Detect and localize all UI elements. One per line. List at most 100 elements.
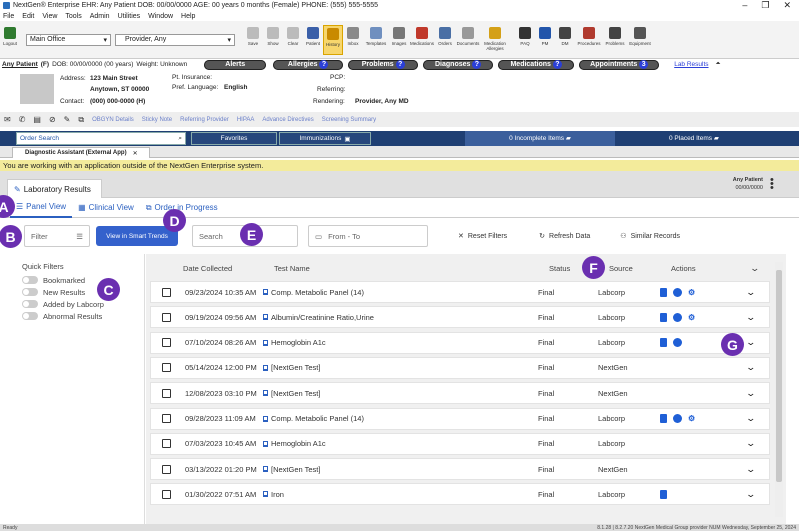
settings-icon[interactable]: ⚙ [688, 288, 697, 297]
bookmark-icon[interactable] [263, 289, 268, 295]
sticky-note-link[interactable]: Sticky Note [142, 117, 172, 123]
chevron-down-icon[interactable]: ⌄ [746, 362, 757, 373]
filter-abnormal-results[interactable]: Abnormal Results [22, 310, 144, 322]
save-button[interactable]: Save [243, 25, 263, 55]
diagnoses-pill[interactable]: Diagnoses? [423, 59, 494, 70]
close-icon[interactable]: ✕ [783, 0, 791, 11]
similar-records-button[interactable]: ⚇ Similar Records [620, 232, 680, 241]
edit-icon[interactable]: ✎ [64, 115, 71, 124]
menu-tools[interactable]: Tools [65, 13, 81, 20]
medication-allergies-button[interactable]: Medication Allergies [481, 25, 509, 55]
toggle-switch[interactable] [22, 312, 38, 320]
chevron-down-icon[interactable]: ⌄ [746, 438, 757, 449]
row-checkbox[interactable] [162, 338, 171, 348]
favorites-tab[interactable]: Favorites [191, 132, 277, 145]
settings-icon[interactable]: ⚙ [688, 313, 697, 322]
bookmark-icon[interactable] [263, 339, 268, 346]
medications-pill[interactable]: Medications? [498, 59, 575, 70]
row-checkbox[interactable] [162, 414, 171, 423]
row-checkbox[interactable] [162, 439, 171, 449]
date-range-input[interactable]: ▭ From - To [308, 225, 428, 247]
lab-results-link[interactable]: Lab Results [674, 61, 708, 68]
incomplete-items[interactable]: 0 Incomplete Items ▰ [465, 131, 615, 146]
allergies-pill[interactable]: Allergies? [273, 59, 344, 70]
table-row[interactable]: 09/19/2024 09:56 AM Albumin/Creatinine Ra… [150, 306, 770, 329]
filter-added-by-labcorp[interactable]: Added by Labcorp [22, 298, 144, 310]
patient-button[interactable]: Patient [303, 25, 323, 55]
row-checkbox[interactable] [162, 489, 171, 499]
app-tab[interactable]: Diagnostic Assistant (External App) ✕ [12, 147, 150, 158]
orders-button[interactable]: Orders [435, 25, 455, 55]
show-button[interactable]: Show [263, 25, 283, 55]
table-row[interactable]: 07/03/2023 10:45 AM Hemoglobin A1c Final La… [150, 432, 770, 455]
menu-help[interactable]: Help [181, 13, 195, 20]
procedures-button[interactable]: Procedures [575, 25, 603, 55]
filter-new-results[interactable]: New Results [22, 286, 144, 298]
appointments-pill[interactable]: Appointments 3 [579, 59, 660, 70]
toggle-switch[interactable] [22, 288, 38, 296]
equipment-button[interactable]: Equipment [627, 25, 653, 55]
history-button[interactable]: History [323, 24, 343, 55]
col-test-name[interactable]: Test Name [274, 264, 549, 273]
bookmark-icon[interactable] [263, 440, 268, 447]
bookmark-icon[interactable] [263, 466, 268, 473]
toggle-switch[interactable] [22, 276, 38, 284]
chevron-down-icon[interactable]: ⌄ [746, 337, 757, 348]
chevron-down-icon[interactable]: ⌄ [746, 413, 757, 424]
table-row[interactable]: 09/28/2023 11:09 AM Comp. Metabolic Panel… [150, 407, 770, 430]
immunizations-tab[interactable]: Immunizations ▣ [279, 132, 371, 145]
row-checkbox[interactable] [162, 464, 171, 474]
row-checkbox[interactable] [162, 388, 171, 398]
document-icon[interactable] [660, 414, 667, 423]
tab-clinical-view[interactable]: ▦ Clinical View [72, 198, 140, 218]
document-icon[interactable]: ▤ [33, 115, 41, 124]
external-icon[interactable]: ⧉ [78, 115, 84, 125]
menu-view[interactable]: View [42, 13, 57, 20]
col-source[interactable]: Source [609, 264, 671, 273]
document-icon[interactable] [660, 312, 667, 322]
dm-button[interactable]: DM [555, 25, 575, 55]
chevron-down-icon[interactable]: ⌄ [746, 489, 757, 500]
close-icon[interactable]: ✕ [133, 150, 138, 157]
clear-button[interactable]: Clear [283, 25, 303, 55]
clock-icon[interactable] [673, 312, 682, 322]
menu-utilities[interactable]: Utilities [118, 13, 141, 20]
menu-window[interactable]: Window [148, 13, 173, 20]
table-row[interactable]: 07/10/2024 08:26 AM Hemoglobin A1c Final La… [150, 331, 770, 354]
minimize-icon[interactable]: – [742, 0, 747, 11]
placed-items[interactable]: 0 Placed Items ▰ [669, 131, 799, 146]
chevron-down-icon[interactable]: ⌄ [746, 464, 757, 475]
patient-name[interactable]: Any Patient [2, 61, 38, 68]
phone-icon[interactable]: ✆ [19, 115, 26, 124]
document-icon[interactable] [660, 338, 667, 348]
obgyn-link[interactable]: OBGYN Details [92, 117, 134, 123]
email-icon[interactable]: ✉ [4, 115, 11, 124]
chevron-down-icon[interactable]: ⌄ [746, 312, 757, 323]
referring-provider-link[interactable]: Referring Provider [180, 117, 229, 123]
clock-icon[interactable] [673, 287, 682, 297]
toggle-switch[interactable] [22, 300, 38, 308]
tab-panel-view[interactable]: ☰ Panel View [10, 198, 73, 218]
paq-button[interactable]: PAQ [515, 25, 535, 55]
col-date[interactable]: Date Collected [183, 264, 274, 273]
inbox-button[interactable]: Inbox [343, 25, 363, 55]
bookmark-icon[interactable] [263, 491, 268, 498]
medications-button[interactable]: Medications [409, 25, 435, 55]
scrollbar-thumb[interactable] [776, 270, 782, 482]
advance-directives-link[interactable]: Advance Directives [262, 117, 313, 123]
order-search-input[interactable]: Order Search ⌕ [16, 132, 186, 145]
images-button[interactable]: Images [389, 25, 409, 55]
table-row[interactable]: 01/30/2022 07:51 AM Iron Final Labcorp ⌄ [150, 483, 770, 506]
screening-summary-link[interactable]: Screening Summary [322, 117, 376, 123]
bookmark-icon[interactable] [263, 415, 268, 422]
hipaa-link[interactable]: HIPAA [237, 117, 255, 123]
row-checkbox[interactable] [162, 312, 171, 322]
refresh-data-button[interactable]: ↻ Refresh Data [539, 232, 590, 241]
alerts-pill[interactable]: Alerts [204, 59, 267, 70]
provider-select[interactable]: Provider, Any ▾ [115, 33, 235, 46]
chevron-down-icon[interactable]: ⌄ [749, 263, 760, 274]
check-icon[interactable]: ⊘ [49, 115, 56, 124]
pm-button[interactable]: PM [535, 25, 555, 55]
table-row[interactable]: 12/08/2023 03:10 PM [NextGen Test] Final Ne… [150, 382, 770, 405]
more-options-icon[interactable]: • • • [770, 175, 774, 194]
